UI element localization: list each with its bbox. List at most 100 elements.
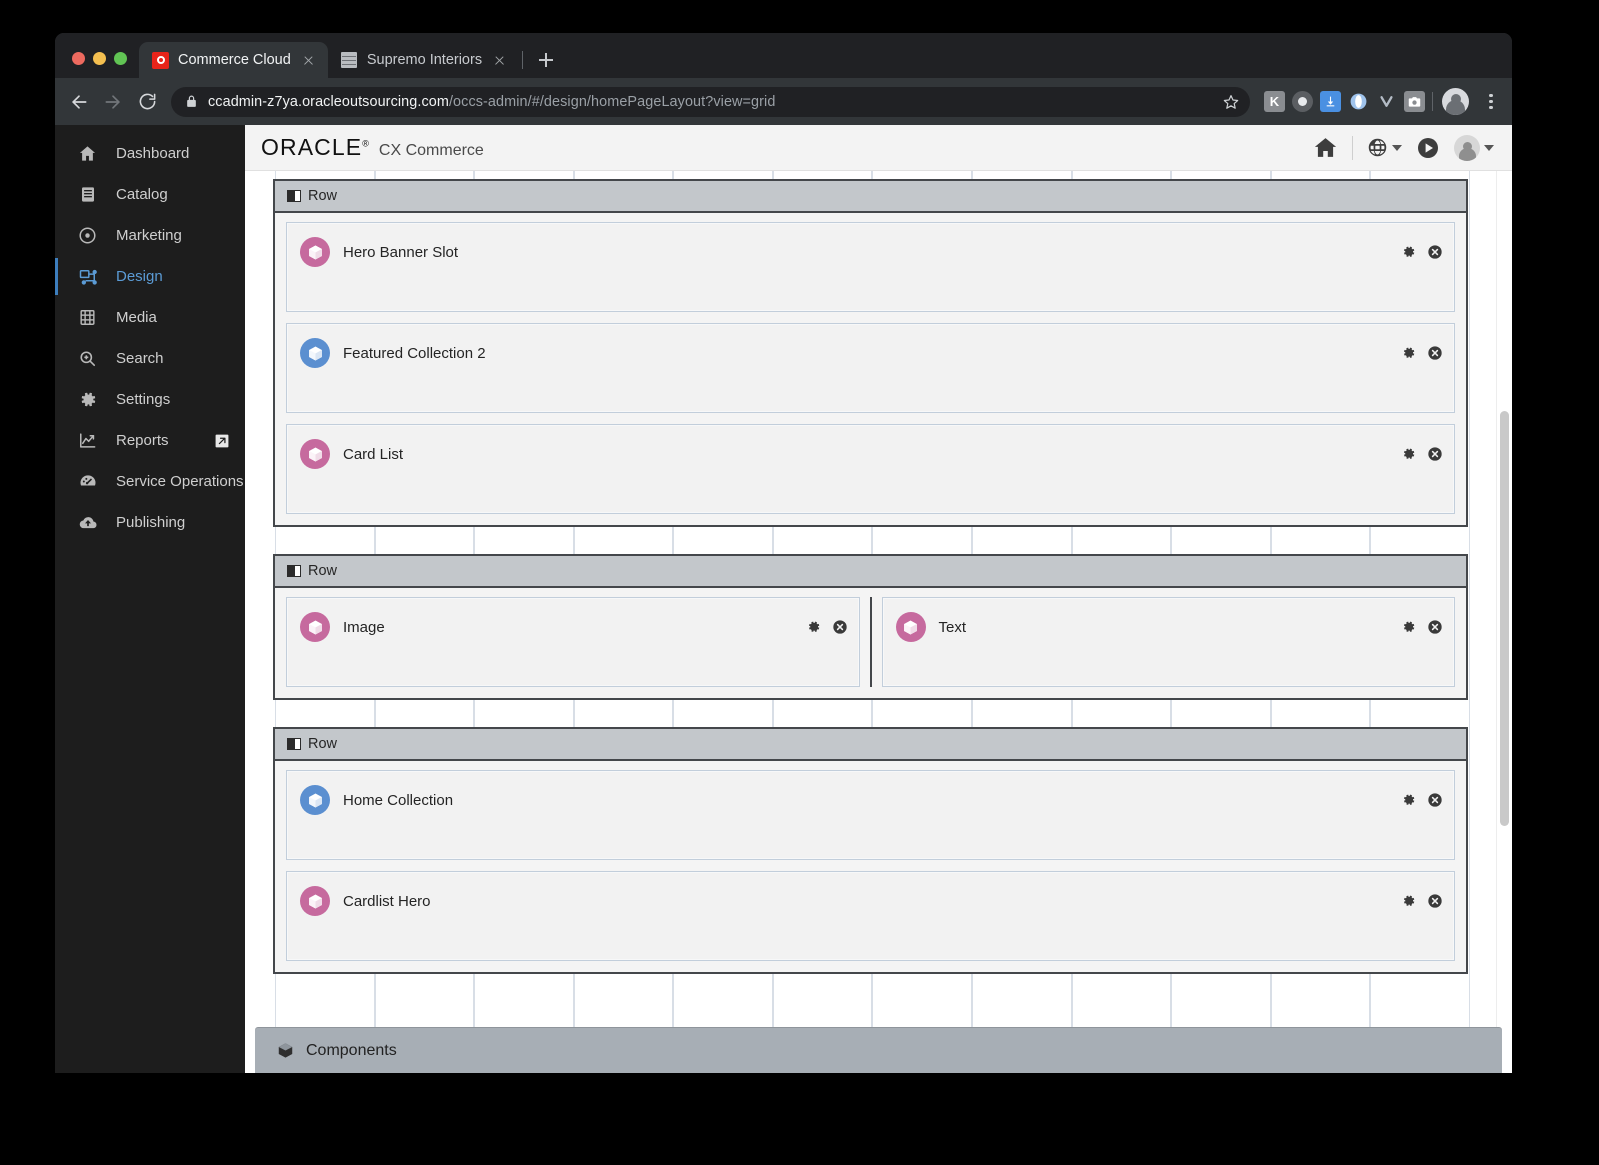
brand: ORACLE® CX Commerce (261, 134, 484, 161)
close-icon[interactable] (491, 52, 508, 69)
component-card[interactable]: Image (286, 597, 860, 687)
gear-icon[interactable] (1400, 244, 1416, 260)
page-viewport: Dashboard Catalog Marketing Design Media… (55, 125, 1512, 1073)
layout-row[interactable]: Row Hero Banner Slot Featured Collection… (273, 179, 1468, 527)
layout-row[interactable]: Row Home Collection Cardlist Hero (273, 727, 1468, 974)
gear-icon[interactable] (1400, 619, 1416, 635)
ext-v-icon[interactable] (1376, 91, 1397, 112)
component-card[interactable]: Card List (286, 424, 1455, 514)
chrome-menu-icon[interactable] (1480, 88, 1502, 116)
ext-opera-icon[interactable] (1348, 91, 1369, 112)
gear-icon[interactable] (805, 619, 821, 635)
row-header[interactable]: Row (275, 181, 1466, 213)
remove-icon[interactable] (1427, 792, 1443, 808)
star-icon[interactable] (1218, 89, 1244, 115)
profile-avatar[interactable] (1442, 88, 1469, 115)
sidebar-item-search[interactable]: Search (55, 338, 245, 379)
gear-icon[interactable] (1400, 792, 1416, 808)
row-column: Hero Banner Slot Featured Collection 2 C… (286, 222, 1455, 514)
browser-tab-supremo-interiors[interactable]: Supremo Interiors (328, 42, 519, 78)
browser-tab-commerce-cloud[interactable]: Commerce Cloud (139, 42, 328, 78)
sidebar-item-settings[interactable]: Settings (55, 379, 245, 420)
reload-icon[interactable] (131, 86, 163, 118)
chevron-down-icon[interactable] (1484, 144, 1494, 151)
film-icon (77, 307, 98, 328)
close-window-button[interactable] (72, 52, 85, 65)
row-body: Home Collection Cardlist Hero (275, 761, 1466, 972)
component-cube-icon (300, 612, 330, 642)
component-cube-icon (300, 237, 330, 267)
sidebar-item-reports[interactable]: Reports (55, 420, 245, 461)
gear-icon[interactable] (1400, 446, 1416, 462)
ext-record-icon[interactable] (1292, 91, 1313, 112)
layout-canvas-wrap: Row Hero Banner Slot Featured Collection… (245, 171, 1512, 1073)
component-cube-icon (300, 785, 330, 815)
browser-toolbar: ccadmin-z7ya.oracleoutsourcing.com/occs-… (55, 78, 1512, 125)
canvas-scrollbar-thumb[interactable] (1500, 411, 1509, 826)
layout-rows: Row Hero Banner Slot Featured Collection… (273, 179, 1468, 1001)
sidebar-item-label: Service Operations (116, 473, 244, 490)
component-card[interactable]: Hero Banner Slot (286, 222, 1455, 312)
sidebar-item-label: Catalog (116, 186, 168, 203)
sidebar-item-design[interactable]: Design (55, 256, 245, 297)
row-header[interactable]: Row (275, 556, 1466, 588)
component-name: Image (343, 618, 385, 636)
url-path: /occs-admin/#/design/homePageLayout?view… (448, 93, 776, 110)
components-drawer[interactable]: Components (255, 1027, 1502, 1073)
globe-icon[interactable] (1367, 137, 1402, 158)
component-name: Text (938, 618, 967, 636)
home-icon[interactable] (1313, 135, 1338, 160)
new-tab-button[interactable] (532, 46, 560, 74)
row-layout-icon (287, 190, 301, 202)
back-icon[interactable] (63, 86, 95, 118)
search-icon (77, 348, 98, 369)
forward-icon[interactable] (97, 86, 129, 118)
sidebar-item-media[interactable]: Media (55, 297, 245, 338)
ext-k-icon[interactable]: K (1264, 91, 1285, 112)
component-card[interactable]: Home Collection (286, 770, 1455, 860)
remove-icon[interactable] (832, 619, 848, 635)
row-header[interactable]: Row (275, 729, 1466, 761)
minimize-window-button[interactable] (93, 52, 106, 65)
chevron-down-icon[interactable] (1392, 144, 1402, 151)
ext-download-icon[interactable] (1320, 91, 1341, 112)
close-icon[interactable] (300, 52, 317, 69)
remove-icon[interactable] (1427, 619, 1443, 635)
component-card[interactable]: Cardlist Hero (286, 871, 1455, 961)
sidebar-item-marketing[interactable]: Marketing (55, 215, 245, 256)
component-card[interactable]: Text (881, 597, 1455, 687)
sidebar-item-label: Media (116, 309, 157, 326)
component-cube-icon (300, 886, 330, 916)
browser-window: Commerce Cloud Supremo Interiors ccadmin… (55, 33, 1512, 1073)
sidebar-item-label: Publishing (116, 514, 186, 531)
remove-icon[interactable] (1427, 244, 1443, 260)
oracle-logo: ORACLE® (261, 134, 370, 160)
play-preview-icon[interactable] (1416, 136, 1440, 160)
maximize-window-button[interactable] (114, 52, 127, 65)
component-name: Hero Banner Slot (343, 243, 459, 261)
ext-camera-icon[interactable] (1404, 91, 1425, 112)
admin-app: ORACLE® CX Commerce Row Hero Banner Slot… (245, 125, 1512, 1073)
sidebar-item-dashboard[interactable]: Dashboard (55, 133, 245, 174)
canvas-scrollbar[interactable] (1496, 171, 1512, 1073)
product-name: CX Commerce (378, 142, 484, 159)
extension-toolbar: K (1258, 88, 1502, 116)
sidebar-item-publishing[interactable]: Publishing (55, 502, 245, 543)
remove-icon[interactable] (1427, 893, 1443, 909)
app-header-actions (1313, 134, 1494, 161)
sidebar-item-label: Search (116, 350, 164, 367)
component-card[interactable]: Featured Collection 2 (286, 323, 1455, 413)
oracle-commerce-icon (152, 51, 169, 69)
component-cube-icon (300, 439, 330, 469)
row-body: Image Text (275, 588, 1466, 698)
layout-row[interactable]: Row Image Text (273, 554, 1468, 700)
gear-icon[interactable] (1400, 345, 1416, 361)
sidebar-item-service-operations[interactable]: Service Operations (55, 461, 245, 502)
gear-icon[interactable] (1400, 893, 1416, 909)
sidebar-item-catalog[interactable]: Catalog (55, 174, 245, 215)
external-link-icon[interactable] (215, 434, 229, 448)
address-bar[interactable]: ccadmin-z7ya.oracleoutsourcing.com/occs-… (171, 86, 1250, 117)
account-avatar-icon[interactable] (1454, 134, 1494, 161)
remove-icon[interactable] (1427, 446, 1443, 462)
remove-icon[interactable] (1427, 345, 1443, 361)
